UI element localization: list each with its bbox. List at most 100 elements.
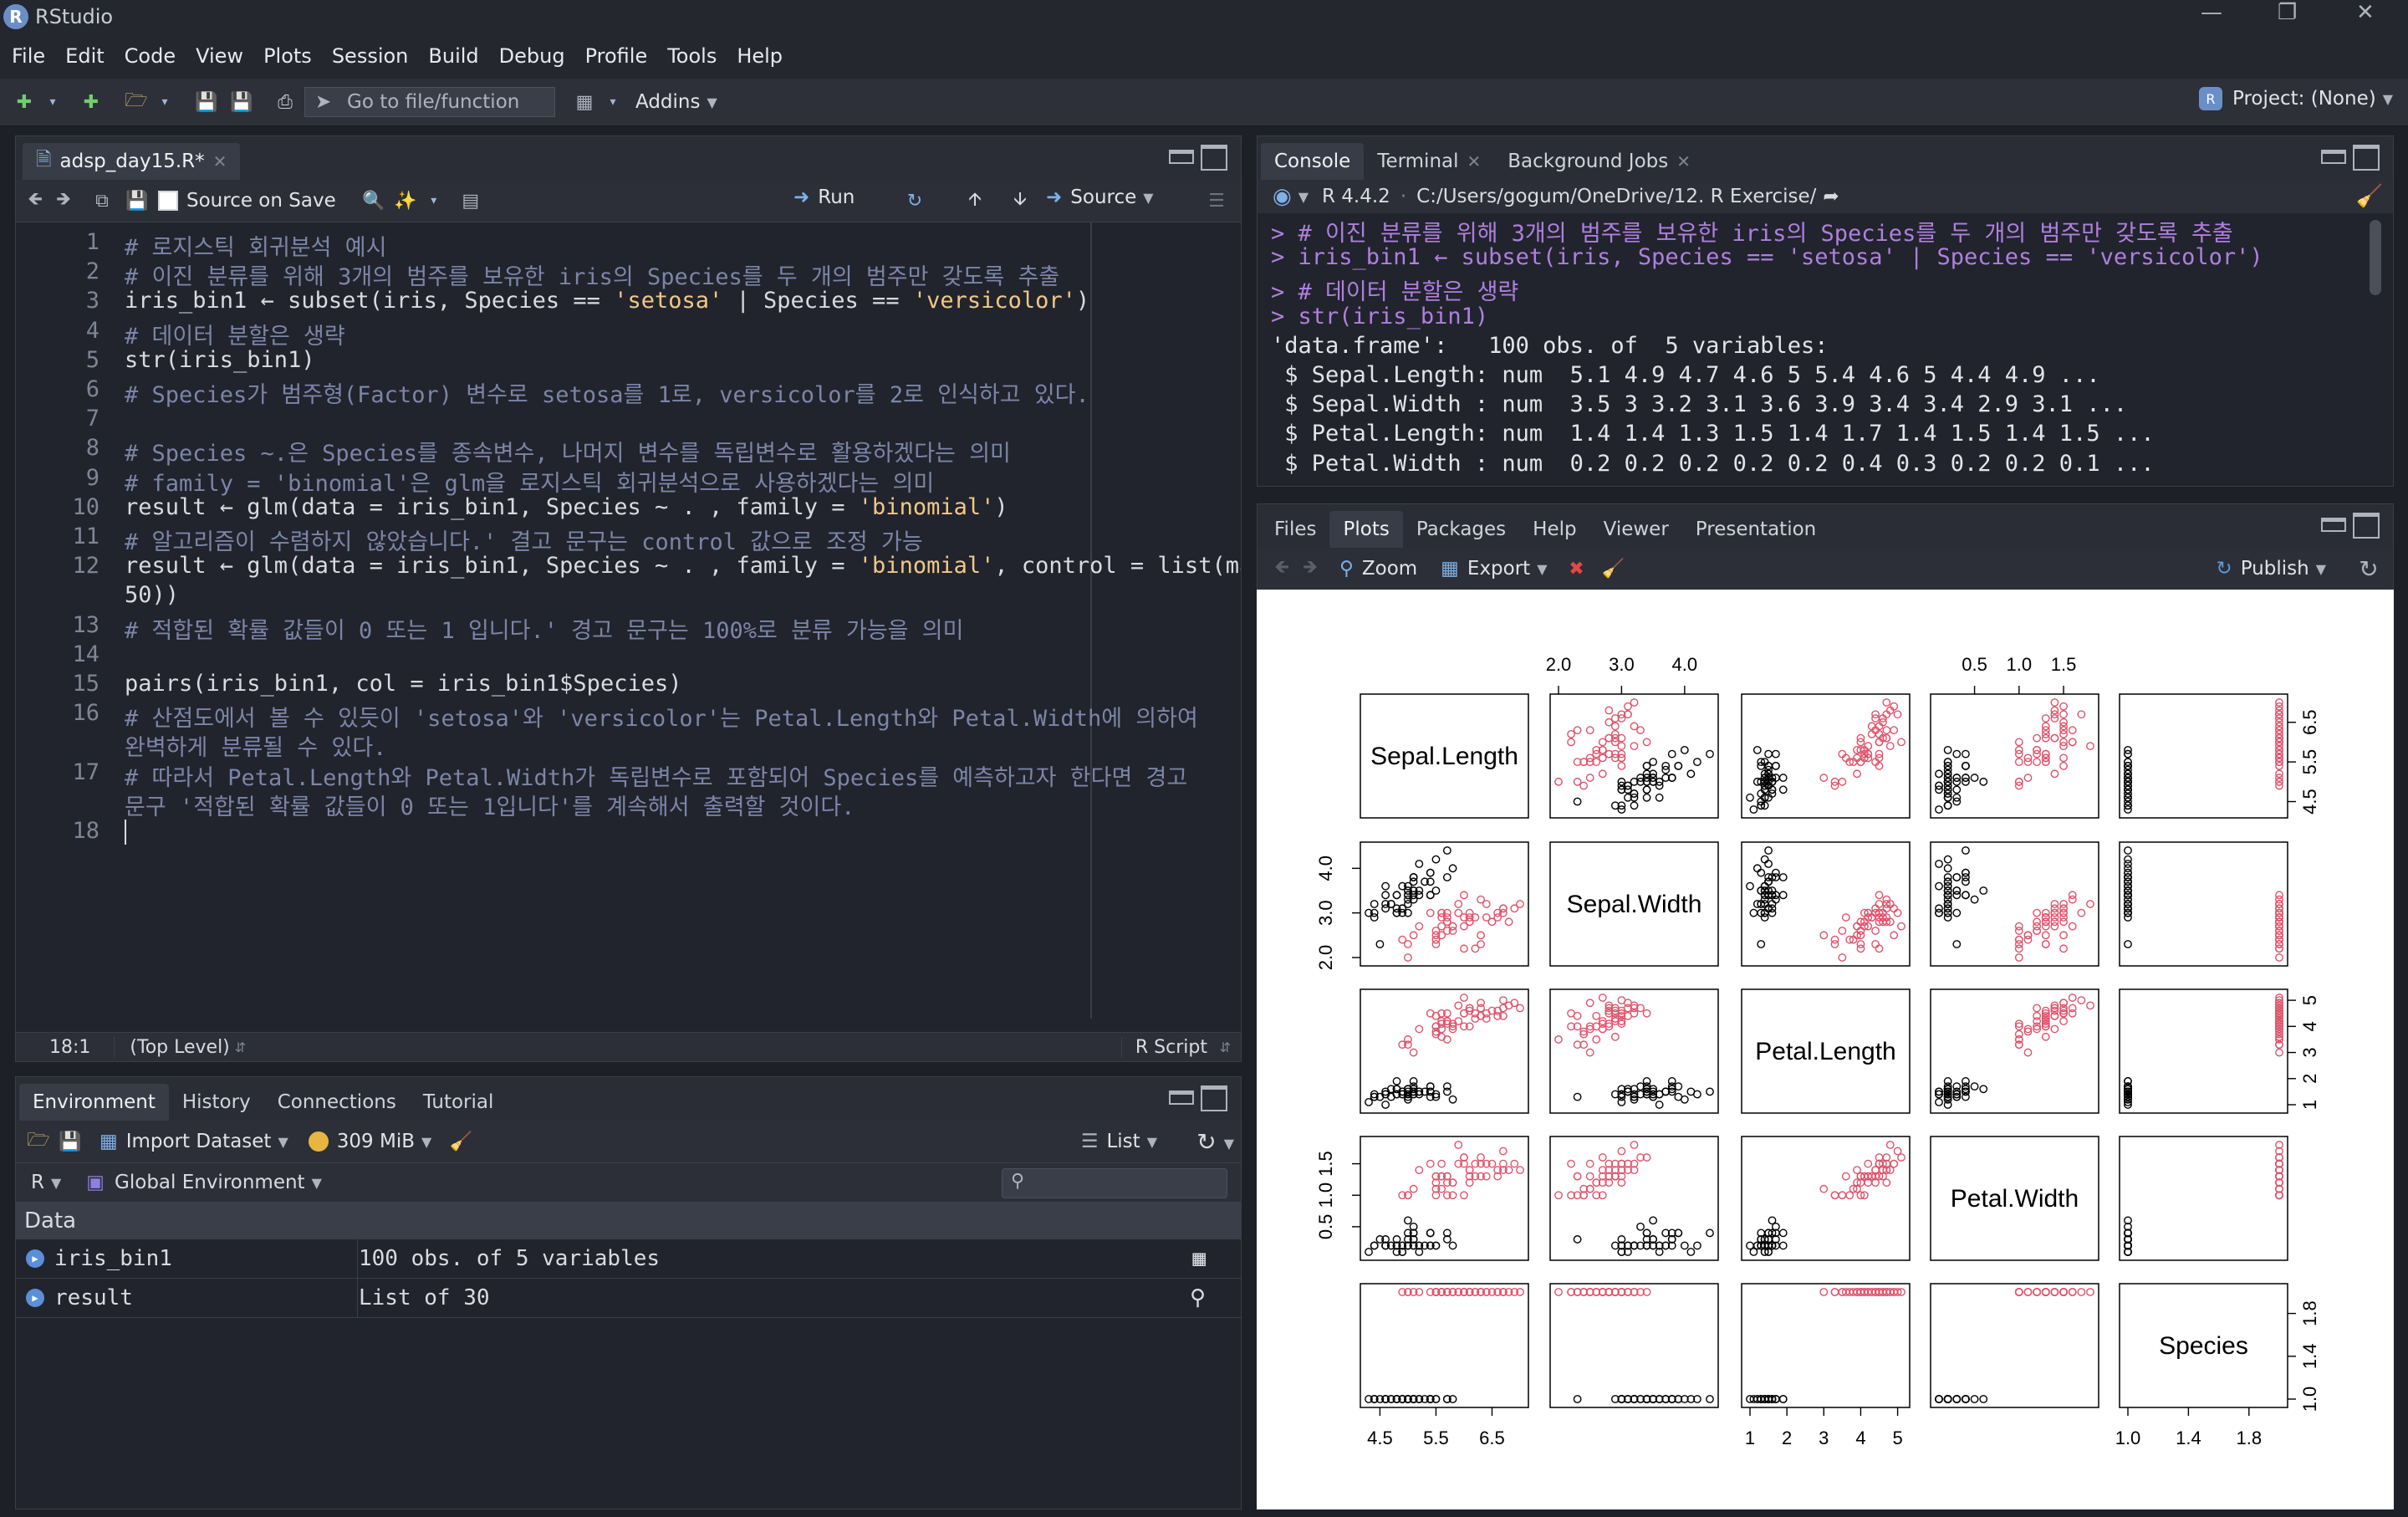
menu-debug[interactable]: Debug <box>499 44 565 68</box>
tab-terminal[interactable]: Terminal ✕ <box>1364 143 1494 180</box>
save-icon[interactable]: 💾 <box>192 88 221 116</box>
save-icon[interactable]: 💾 <box>123 186 151 215</box>
tab-help[interactable]: Help <box>1519 511 1589 548</box>
import-dataset-button[interactable]: ▦ Import Dataset ▼ <box>99 1131 288 1152</box>
tab-viewer[interactable]: Viewer <box>1590 511 1682 548</box>
goto-file-input[interactable]: ➤ Go to file/function <box>304 87 555 117</box>
compile-report-icon[interactable]: ▤ <box>457 186 485 215</box>
goto-directory-icon[interactable]: ➦ <box>1823 186 1839 207</box>
rerun-icon[interactable]: ↻ <box>900 186 929 215</box>
clear-console-icon[interactable]: 🧹 <box>2356 184 2383 209</box>
broom-icon[interactable]: 🧹 <box>1599 554 1628 583</box>
chevron-down-icon[interactable]: ▼ <box>51 1175 61 1191</box>
document-outline-icon[interactable]: ☰ <box>1202 186 1231 215</box>
remove-plot-icon[interactable]: ✖ <box>1563 554 1591 583</box>
expand-icon[interactable]: ▶ <box>26 1289 44 1307</box>
minimize-pane-icon[interactable] <box>2321 150 2346 164</box>
menu-edit[interactable]: Edit <box>65 44 104 68</box>
tab-adsp-day15[interactable]: 🗎 adsp_day15.R* ✕ <box>23 143 241 180</box>
tab-connections[interactable]: Connections <box>264 1084 410 1121</box>
chevron-down-icon[interactable]: ▾ <box>599 88 627 116</box>
open-folder-icon[interactable]: 🗁 <box>122 88 150 116</box>
chevron-down-icon[interactable]: ▼ <box>312 1175 322 1191</box>
tab-files[interactable]: Files <box>1261 511 1329 548</box>
list-view-button[interactable]: ☰ List ▼ <box>1081 1131 1157 1152</box>
global-environment-select[interactable]: Global Environment <box>115 1172 305 1193</box>
minimize-pane-icon[interactable] <box>2321 518 2346 532</box>
show-in-window-icon[interactable]: ⧉ <box>88 186 116 215</box>
new-file-icon[interactable]: ✚ <box>10 88 38 116</box>
zoom-button[interactable]: ⚲ Zoom <box>1339 558 1417 580</box>
maximize-pane-icon[interactable] <box>1201 145 1227 171</box>
menu-help[interactable]: Help <box>737 44 783 68</box>
close-tab-icon[interactable]: ✕ <box>1676 151 1691 171</box>
maximize-pane-icon[interactable] <box>1201 1085 1227 1111</box>
tab-packages[interactable]: Packages <box>1403 511 1519 548</box>
addins-button[interactable]: Addins <box>635 91 700 113</box>
go-up-arrow-icon[interactable]: 🡩 <box>961 186 989 215</box>
next-plot-icon[interactable]: 🡺 <box>1296 554 1324 583</box>
language-select[interactable]: R <box>31 1172 44 1193</box>
menu-plots[interactable]: Plots <box>263 44 312 68</box>
load-workspace-icon[interactable]: 🗁 <box>24 1127 53 1156</box>
minimize-icon[interactable]: — <box>2201 0 2222 25</box>
new-project-icon[interactable]: ✚ <box>77 88 105 116</box>
restore-icon[interactable]: ❐ <box>2278 0 2297 25</box>
menu-file[interactable]: File <box>12 44 45 68</box>
close-tab-icon[interactable]: ✕ <box>1467 151 1482 171</box>
grid-layout-icon[interactable]: ▦ <box>570 88 599 116</box>
go-down-arrow-icon[interactable]: 🡫 <box>1006 186 1034 215</box>
close-icon[interactable]: ✕ <box>2356 0 2375 25</box>
project-menu[interactable]: R Project: (None) ▼ <box>2198 87 2393 110</box>
previous-plot-icon[interactable]: 🡸 <box>1268 554 1296 583</box>
expand-icon[interactable]: ▶ <box>26 1249 44 1268</box>
forward-arrow-icon[interactable]: 🡺 <box>49 186 78 215</box>
memory-usage-button[interactable]: 309 MiB ▼ <box>308 1131 431 1152</box>
publish-button[interactable]: ↻ Publish ▼ <box>2216 558 2326 580</box>
chevron-down-icon[interactable]: ▾ <box>150 88 179 116</box>
close-tab-icon[interactable]: ✕ <box>213 151 227 171</box>
tab-plots[interactable]: Plots <box>1329 511 1403 548</box>
env-row-result[interactable]: ▶ result List of 30 ⚲ <box>16 1279 1241 1318</box>
tab-background-jobs[interactable]: Background Jobs ✕ <box>1494 143 1704 180</box>
chevron-down-icon[interactable]: ▼ <box>1224 1136 1234 1152</box>
minimize-pane-icon[interactable] <box>1169 1091 1194 1105</box>
view-table-icon[interactable]: ▦ <box>1192 1246 1206 1271</box>
chevron-down-icon[interactable]: ▾ <box>38 88 67 116</box>
maximize-pane-icon[interactable] <box>2353 513 2380 539</box>
save-all-icon[interactable]: 💾 <box>227 88 256 116</box>
menu-tools[interactable]: Tools <box>667 44 717 68</box>
scope-indicator[interactable]: (Top Level) <box>114 1036 230 1058</box>
tab-console[interactable]: Console <box>1261 143 1365 180</box>
menu-session[interactable]: Session <box>332 44 409 68</box>
menu-view[interactable]: View <box>196 44 243 68</box>
minimize-pane-icon[interactable] <box>1169 150 1194 164</box>
chevron-down-icon[interactable]: ▼ <box>707 94 717 110</box>
env-row-iris-bin1[interactable]: ▶ iris_bin1 100 obs. of 5 variables ▦ <box>16 1239 1241 1279</box>
refresh-icon[interactable]: ↻ <box>2354 554 2383 583</box>
search-icon[interactable]: 🔍 <box>360 186 388 215</box>
env-search-input[interactable]: ⚲ <box>1002 1168 1227 1198</box>
source-button[interactable]: ➜ Source ▼ <box>1046 186 1154 208</box>
save-icon[interactable]: 💾 <box>56 1127 84 1156</box>
tab-tutorial[interactable]: Tutorial <box>410 1084 508 1121</box>
menu-build[interactable]: Build <box>428 44 478 68</box>
search-icon[interactable]: ⚲ <box>1190 1285 1206 1310</box>
menu-profile[interactable]: Profile <box>585 44 648 68</box>
broom-icon[interactable]: 🧹 <box>446 1127 475 1156</box>
tab-history[interactable]: History <box>169 1084 264 1121</box>
source-on-save-checkbox[interactable] <box>158 191 178 211</box>
console-scrollbar[interactable] <box>2370 220 2381 295</box>
maximize-pane-icon[interactable] <box>2353 145 2380 171</box>
run-button[interactable]: ➜ Run <box>793 186 855 208</box>
console-output[interactable]: > # 이진 분류를 위해 3개의 범주를 보유한 iris의 Species를… <box>1258 213 2393 486</box>
export-button[interactable]: ▦ Export ▼ <box>1441 558 1547 580</box>
tab-environment[interactable]: Environment <box>19 1084 169 1121</box>
file-type-indicator[interactable]: R Script <box>1120 1036 1207 1058</box>
chevron-down-icon[interactable]: ▼ <box>1298 189 1309 205</box>
code-editor[interactable]: 1 # 로지스틱 회귀분석 예시 2 # 이진 분류를 위해 3개의 범주를 보유한 … <box>16 222 1241 1019</box>
menu-code[interactable]: Code <box>125 44 176 68</box>
print-icon[interactable]: ⎙ <box>271 88 299 116</box>
chevron-down-icon[interactable]: ▾ <box>420 186 448 215</box>
refresh-icon[interactable]: ↻ <box>1192 1127 1221 1156</box>
